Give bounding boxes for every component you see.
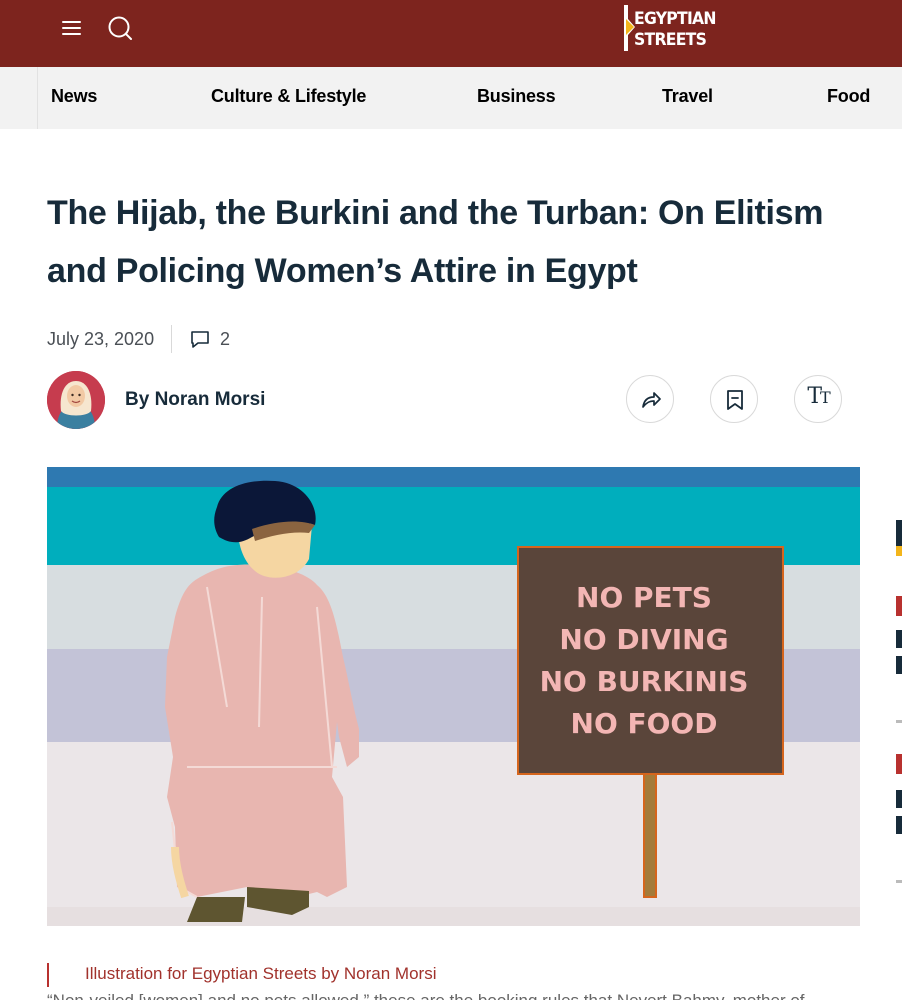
logo-line-2: STREETS [634,30,707,50]
nav-item-food[interactable]: Food [827,86,870,107]
meta-divider [171,325,172,353]
sidebar-category-mark [896,754,902,774]
sidebar-peek [896,510,902,910]
sidebar-text-mark [896,656,902,674]
image-caption: Illustration for Egyptian Streets by Nor… [85,964,437,983]
nav-item-culture-lifestyle[interactable]: Culture & Lifestyle [211,86,366,107]
bookmark-button[interactable] [710,375,758,423]
hamburger-menu-icon[interactable] [58,16,86,40]
text-size-icon: TT [807,384,830,409]
nav-item-travel[interactable]: Travel [662,86,713,107]
logo-line-1: EGYPTIAN [634,9,716,29]
article-title: The Hijab, the Burkini and the Turban: O… [47,194,824,290]
author-name[interactable]: By Noran Morsi [125,389,265,411]
text-size-button[interactable]: TT [794,375,842,423]
sidebar-divider [896,880,902,883]
search-icon[interactable] [106,14,134,42]
sidebar-category-mark [896,596,902,616]
sign-line-4: NO FOOD [571,707,718,740]
sidebar-text-mark [896,630,902,648]
author-avatar[interactable] [47,371,105,429]
sign-line-1: NO PETS [576,581,712,614]
hero-illustration: NO PETS NO DIVING NO BURKINIS NO FOOD [47,467,860,926]
sign-line-3: NO BURKINIS [540,665,749,698]
site-header: EGYPTIAN STREETS [0,0,902,67]
comment-count[interactable]: 2 [220,329,230,350]
bookmark-icon [727,390,743,410]
comment-icon[interactable] [190,330,210,349]
main-nav: News Culture & Lifestyle Business Travel… [0,67,902,129]
sidebar-text-mark [896,816,902,834]
nav-item-news[interactable]: News [51,86,97,107]
site-logo[interactable]: EGYPTIAN STREETS [622,5,716,53]
share-icon [642,392,661,408]
sidebar-text-mark [896,790,902,808]
nav-divider [37,67,38,129]
share-button[interactable] [626,375,674,423]
caption-bar [47,963,49,987]
nav-item-business[interactable]: Business [477,86,556,107]
sidebar-accent-mark [896,546,902,556]
sign-line-2: NO DIVING [559,623,728,656]
article-body-start: “Non-veiled [women] and no pets allowed,… [47,991,847,1000]
sidebar-divider [896,720,902,723]
article-date: July 23, 2020 [47,329,155,349]
